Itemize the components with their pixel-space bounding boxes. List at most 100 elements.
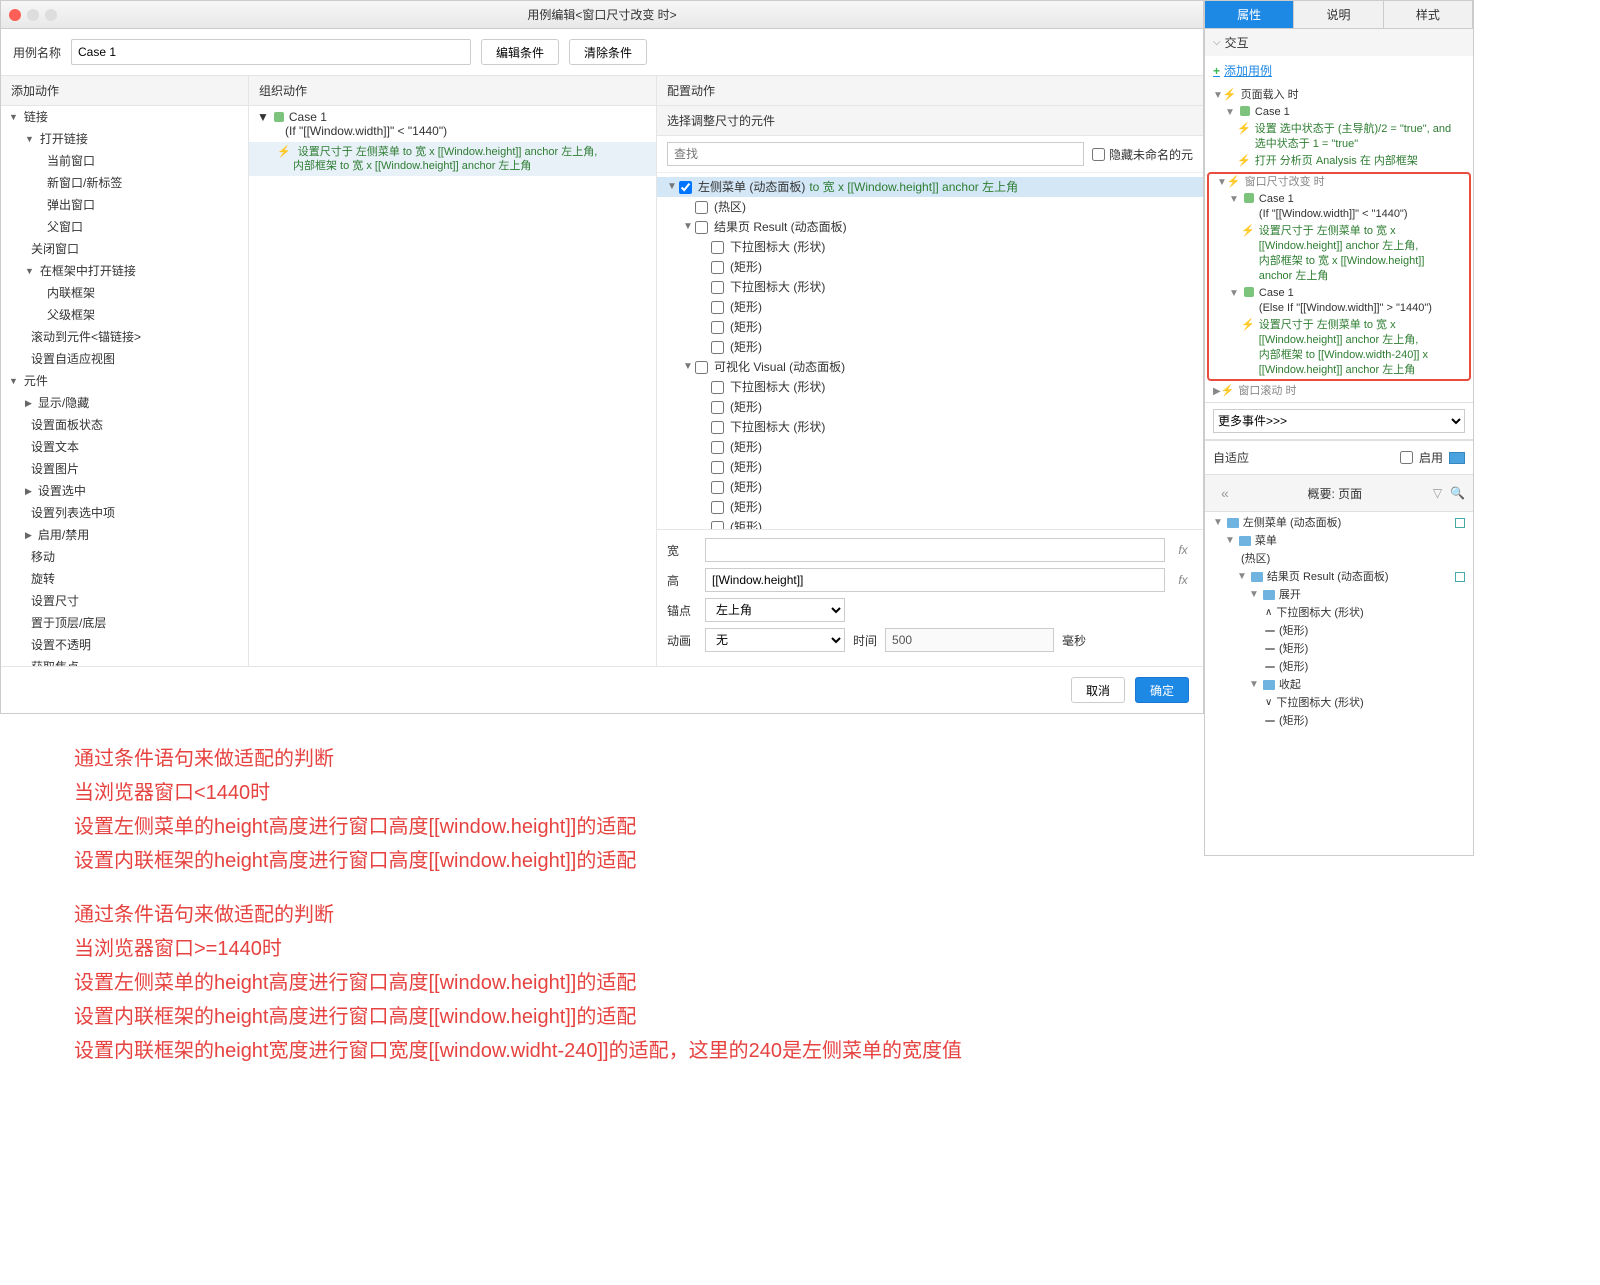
action-tree-item[interactable]: ▶显示/隐藏: [1, 392, 248, 414]
hide-unnamed-toggle[interactable]: 隐藏未命名的元: [1092, 146, 1193, 163]
action-tree-item[interactable]: 旋转: [1, 568, 248, 590]
outline-tree[interactable]: ▼左侧菜单 (动态面板)▼菜单(热区)▼结果页 Result (动态面板)▼展开…: [1205, 512, 1473, 732]
element-checkbox[interactable]: [711, 401, 724, 414]
outline-item[interactable]: (矩形): [1205, 658, 1473, 676]
element-row[interactable]: 下拉图标大 (形状): [657, 417, 1203, 437]
case-node[interactable]: ▼ Case 1 (If "[[Window.width]]" < "1440"…: [249, 106, 656, 142]
outline-item[interactable]: ▼菜单: [1205, 532, 1473, 550]
action-tree-item[interactable]: 设置尺寸: [1, 590, 248, 612]
element-checkbox[interactable]: [711, 301, 724, 314]
width-fx-button[interactable]: fx: [1173, 543, 1193, 557]
event-window-resize[interactable]: ▼ ⚡ 窗口尺寸改变 时: [1209, 174, 1469, 191]
outline-item[interactable]: ▼结果页 Result (动态面板): [1205, 568, 1473, 586]
anchor-select[interactable]: 左上角: [705, 598, 845, 622]
action-tree-item[interactable]: ▶启用/禁用: [1, 524, 248, 546]
case-node[interactable]: ▼ Case 1(If "[[Window.width]]" < "1440"): [1209, 191, 1469, 223]
action-tree-item[interactable]: ▼打开链接: [1, 128, 248, 150]
cancel-button[interactable]: 取消: [1071, 677, 1125, 703]
outline-item[interactable]: (矩形): [1205, 640, 1473, 658]
height-input[interactable]: [705, 568, 1165, 592]
element-row[interactable]: 下拉图标大 (形状): [657, 277, 1203, 297]
element-row[interactable]: (矩形): [657, 337, 1203, 357]
action-tree-item[interactable]: 关闭窗口: [1, 238, 248, 260]
element-row[interactable]: (矩形): [657, 457, 1203, 477]
element-checkbox[interactable]: [711, 501, 724, 514]
outline-item[interactable]: ∧下拉图标大 (形状): [1205, 604, 1473, 622]
element-checkbox[interactable]: [695, 221, 708, 234]
chevron-down-icon[interactable]: ▼: [257, 110, 269, 124]
element-checkbox[interactable]: [711, 441, 724, 454]
hide-unnamed-checkbox[interactable]: [1092, 148, 1105, 161]
animation-select[interactable]: 无: [705, 628, 845, 652]
element-row[interactable]: (矩形): [657, 297, 1203, 317]
case-name-input[interactable]: [71, 39, 471, 65]
event-window-scroll[interactable]: ▶ ⚡ 窗口滚动 时: [1205, 383, 1473, 400]
case-node[interactable]: ▼ Case 1: [1205, 104, 1473, 121]
tab-properties[interactable]: 属性: [1205, 1, 1294, 28]
outline-item[interactable]: ∨下拉图标大 (形状): [1205, 694, 1473, 712]
action-tree-item[interactable]: 父级框架: [1, 304, 248, 326]
action-tree-item[interactable]: 设置列表选中项: [1, 502, 248, 524]
element-row[interactable]: (矩形): [657, 477, 1203, 497]
element-checkbox[interactable]: [679, 181, 692, 194]
outline-item[interactable]: (矩形): [1205, 712, 1473, 730]
element-list[interactable]: ▼左侧菜单 (动态面板)to 宽 x [[Window.height]] anc…: [657, 173, 1203, 529]
element-row[interactable]: (热区): [657, 197, 1203, 217]
element-row[interactable]: (矩形): [657, 437, 1203, 457]
action-node[interactable]: ⚡ 设置 选中状态于 (主导航)/2 = "true", and选中状态于 1 …: [1205, 121, 1473, 153]
element-checkbox[interactable]: [695, 201, 708, 214]
edit-condition-button[interactable]: 编辑条件: [481, 39, 559, 65]
element-row[interactable]: (矩形): [657, 497, 1203, 517]
action-node[interactable]: ⚡ 设置尺寸于 左侧菜单 to 宽 x [[Window.height]] an…: [1209, 317, 1469, 379]
action-tree-item[interactable]: 获取焦点: [1, 656, 248, 666]
search-icon[interactable]: 🔍: [1450, 486, 1465, 500]
element-row[interactable]: ▼左侧菜单 (动态面板)to 宽 x [[Window.height]] anc…: [657, 177, 1203, 197]
action-tree-item[interactable]: 滚动到元件<锚链接>: [1, 326, 248, 348]
element-checkbox[interactable]: [711, 481, 724, 494]
action-node[interactable]: ⚡ 设置尺寸于 左侧菜单 to 宽 x [[Window.height]] an…: [249, 142, 656, 176]
outline-back-icon[interactable]: «: [1213, 481, 1237, 505]
element-row[interactable]: 下拉图标大 (形状): [657, 377, 1203, 397]
outline-item[interactable]: (矩形): [1205, 622, 1473, 640]
outline-item[interactable]: ▼收起: [1205, 676, 1473, 694]
action-tree-item[interactable]: 设置面板状态: [1, 414, 248, 436]
element-checkbox[interactable]: [711, 341, 724, 354]
action-tree-item[interactable]: 移动: [1, 546, 248, 568]
action-node[interactable]: ⚡ 打开 分析页 Analysis 在 内部框架: [1205, 153, 1473, 170]
case-node[interactable]: ▼ Case 1(Else If "[[Window.width]]" > "1…: [1209, 285, 1469, 317]
element-row[interactable]: (矩形): [657, 257, 1203, 277]
element-checkbox[interactable]: [711, 241, 724, 254]
element-checkbox[interactable]: [711, 521, 724, 530]
element-checkbox[interactable]: [711, 321, 724, 334]
ok-button[interactable]: 确定: [1135, 677, 1189, 703]
action-tree-item[interactable]: 当前窗口: [1, 150, 248, 172]
element-checkbox[interactable]: [695, 361, 708, 374]
action-tree-item[interactable]: ▼元件: [1, 370, 248, 392]
height-fx-button[interactable]: fx: [1173, 573, 1193, 587]
element-checkbox[interactable]: [711, 381, 724, 394]
monitor-icon[interactable]: [1449, 452, 1465, 464]
element-row[interactable]: ▼可视化 Visual (动态面板): [657, 357, 1203, 377]
width-input[interactable]: [705, 538, 1165, 562]
outline-item[interactable]: ▼展开: [1205, 586, 1473, 604]
outline-item[interactable]: (热区): [1205, 550, 1473, 568]
outline-item[interactable]: ▼左侧菜单 (动态面板): [1205, 514, 1473, 532]
action-tree-item[interactable]: 设置图片: [1, 458, 248, 480]
element-search-input[interactable]: [667, 142, 1084, 166]
element-checkbox[interactable]: [711, 261, 724, 274]
tab-description[interactable]: 说明: [1294, 1, 1383, 28]
action-tree-item[interactable]: ▼链接: [1, 106, 248, 128]
action-tree-item[interactable]: 父窗口: [1, 216, 248, 238]
filter-icon[interactable]: ▽: [1433, 486, 1442, 500]
add-case-link[interactable]: + 添加用例: [1205, 56, 1473, 85]
interaction-section-header[interactable]: ⌵ 交互: [1205, 29, 1473, 56]
element-checkbox[interactable]: [711, 281, 724, 294]
action-tree-item[interactable]: ▼在框架中打开链接: [1, 260, 248, 282]
action-tree-item[interactable]: 内联框架: [1, 282, 248, 304]
action-tree-item[interactable]: 置于顶层/底层: [1, 612, 248, 634]
element-row[interactable]: ▼结果页 Result (动态面板): [657, 217, 1203, 237]
more-events-select[interactable]: 更多事件>>>: [1213, 409, 1465, 433]
element-checkbox[interactable]: [711, 421, 724, 434]
action-tree-item[interactable]: 设置文本: [1, 436, 248, 458]
element-row[interactable]: (矩形): [657, 517, 1203, 529]
